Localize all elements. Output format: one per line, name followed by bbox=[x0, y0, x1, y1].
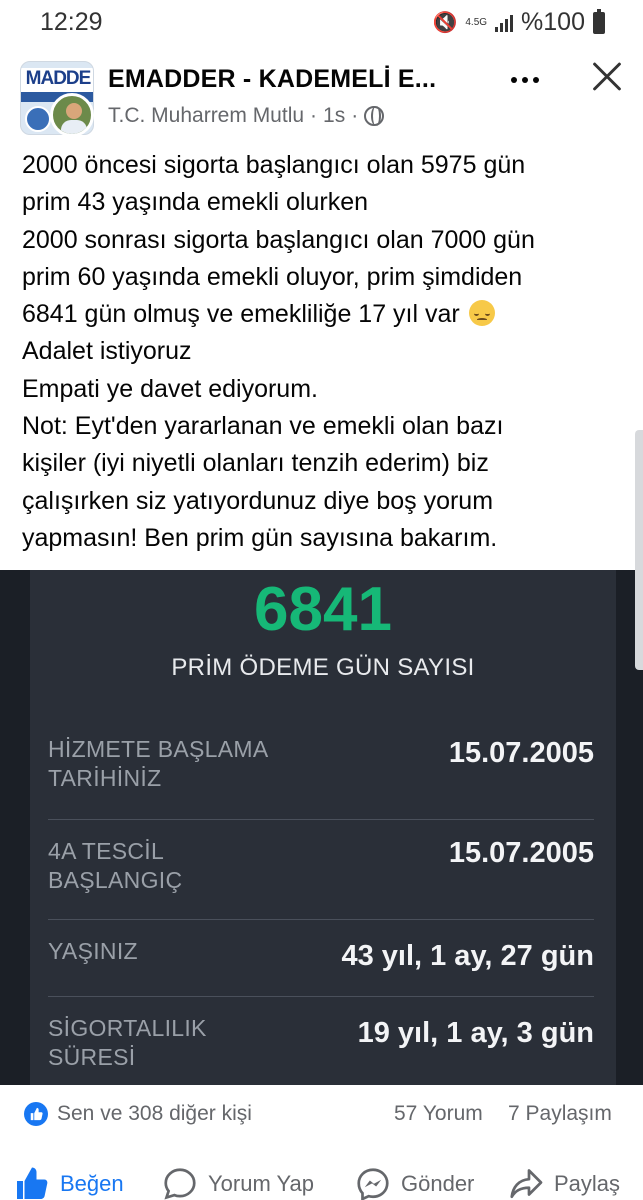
author-name-link[interactable]: T.C. Muharrem Mutlu bbox=[108, 104, 304, 128]
info-label-line: YAŞINIZ bbox=[48, 938, 138, 964]
comment-icon bbox=[164, 1168, 196, 1200]
mute-icon: 🔇 bbox=[432, 12, 458, 34]
post-text-line: Adalet istiyoruz bbox=[22, 337, 192, 366]
signal-icon bbox=[495, 14, 514, 32]
info-label: 4A TESCİL BAŞLANGIÇ bbox=[48, 837, 182, 895]
group-logo-text: MADDE bbox=[25, 68, 92, 89]
status-icons: 🔇 4.5G %100 bbox=[432, 8, 605, 37]
post-text-line: çalışırken siz yatıyordunuz diye boş yor… bbox=[22, 486, 494, 515]
like-label: Beğen bbox=[60, 1171, 124, 1196]
share-label: Paylaş bbox=[554, 1171, 621, 1196]
comments-count[interactable]: 57 Yorum bbox=[394, 1102, 483, 1126]
info-label-line: BAŞLANGIÇ bbox=[48, 867, 183, 893]
network-type-label: 4.5G bbox=[465, 16, 488, 28]
share-icon bbox=[510, 1169, 543, 1199]
info-label-line: 4A TESCİL bbox=[48, 838, 165, 864]
send-label: Gönder bbox=[401, 1171, 475, 1196]
dot-icon bbox=[533, 77, 539, 83]
meta-separator: · bbox=[351, 104, 359, 127]
emblem-icon bbox=[25, 106, 51, 132]
image-panel: 6841 PRİM ÖDEME GÜN SAYISI HİZMETE BAŞLA… bbox=[30, 570, 616, 1085]
globe-icon bbox=[364, 106, 385, 126]
author-avatar[interactable] bbox=[50, 93, 94, 137]
post-text-line: Not: Eyt'den yararlanan ve emekli olan b… bbox=[22, 412, 504, 441]
dot-icon bbox=[511, 77, 517, 83]
info-label: YAŞINIZ bbox=[48, 937, 138, 966]
messenger-icon bbox=[357, 1168, 389, 1200]
info-value: 43 yıl, 1 ay, 27 gün bbox=[341, 940, 594, 972]
thumbs-up-icon bbox=[17, 1167, 48, 1199]
shares-count[interactable]: 7 Paylaşım bbox=[508, 1102, 612, 1126]
post-text-line: 2000 sonrası sigorta başlangıcı olan 700… bbox=[22, 225, 535, 254]
info-label: SİGORTALILIK SÜRESİ bbox=[48, 1014, 207, 1072]
battery-percentage: %100 bbox=[521, 8, 585, 36]
comment-button[interactable]: Yorum Yap bbox=[162, 1164, 314, 1200]
post-meta: T.C. Muharrem Mutlu · 1s · bbox=[108, 104, 385, 128]
group-name-link[interactable]: EMADDER - KADEMELİ E... bbox=[108, 65, 436, 94]
more-options-button[interactable] bbox=[500, 65, 550, 95]
post-text-line-with-emoji: 6841 gün olmuş ve emekliliğe 17 yıl var bbox=[22, 296, 622, 333]
info-row-insurance-duration: SİGORTALILIK SÜRESİ 19 yıl, 1 ay, 3 gün bbox=[48, 997, 594, 1085]
battery-icon bbox=[593, 8, 605, 34]
meta-separator: · bbox=[310, 104, 318, 127]
share-button[interactable]: Paylaş bbox=[508, 1164, 620, 1200]
info-label: HİZMETE BAŞLAMA TARİHİNİZ bbox=[48, 735, 268, 793]
info-label-line: TARİHİNİZ bbox=[48, 765, 162, 791]
close-icon[interactable] bbox=[585, 55, 629, 99]
post-text-line: Empati ye davet ediyorum. bbox=[22, 374, 318, 403]
like-reaction-icon bbox=[24, 1102, 48, 1126]
post-text-line: kişiler (iyi niyetli olanları tenzih ede… bbox=[22, 449, 489, 478]
action-bar: Beğen Yorum Yap Gönder Paylaş bbox=[0, 1150, 643, 1200]
scroll-handle[interactable] bbox=[635, 430, 643, 670]
info-label-line: SİGORTALILIK bbox=[48, 1015, 207, 1041]
premium-days-caption: PRİM ÖDEME GÜN SAYISI bbox=[171, 654, 475, 681]
comment-label: Yorum Yap bbox=[208, 1171, 315, 1196]
info-row-4a-registration: 4A TESCİL BAŞLANGIÇ 15.07.2005 bbox=[48, 820, 594, 920]
post-image[interactable]: 6841 PRİM ÖDEME GÜN SAYISI HİZMETE BAŞLA… bbox=[0, 570, 643, 1085]
send-button[interactable]: Gönder bbox=[355, 1164, 474, 1200]
post-text-line: yapmasın! Ben prim gün sayısına bakarım. bbox=[22, 523, 498, 552]
info-value: 19 yıl, 1 ay, 3 gün bbox=[357, 1017, 594, 1049]
pensive-face-icon bbox=[468, 300, 495, 327]
post-text-line: prim 60 yaşında emekli oluyor, prim şimd… bbox=[22, 262, 523, 291]
info-label-line: SÜRESİ bbox=[48, 1044, 136, 1070]
info-label-line: HİZMETE BAŞLAMA bbox=[48, 736, 269, 762]
dot-icon bbox=[522, 77, 528, 83]
info-row-age: YAŞINIZ 43 yıl, 1 ay, 27 gün bbox=[48, 920, 594, 997]
post-text: 2000 öncesi sigorta başlangıcı olan 5975… bbox=[22, 147, 622, 557]
avatar-head bbox=[66, 103, 82, 119]
reactions-bar: Sen ve 308 diğer kişi 57 Yorum 7 Paylaşı… bbox=[0, 1090, 643, 1140]
post-text-line: 6841 gün olmuş ve emekliliğe 17 yıl var bbox=[22, 300, 460, 329]
info-value: 15.07.2005 bbox=[448, 737, 594, 769]
info-row-start-date: HİZMETE BAŞLAMA TARİHİNİZ 15.07.2005 bbox=[48, 720, 594, 820]
status-bar: 12:29 🔇 4.5G %100 bbox=[0, 0, 643, 48]
reactions-summary[interactable]: Sen ve 308 diğer kişi bbox=[57, 1102, 252, 1126]
like-button[interactable]: Beğen bbox=[14, 1164, 124, 1200]
post-text-line: 2000 öncesi sigorta başlangıcı olan 5975… bbox=[22, 151, 526, 179]
premium-days-number: 6841 bbox=[254, 575, 392, 644]
post-text-line: prim 43 yaşında emekli olurken bbox=[22, 188, 368, 217]
info-value: 15.07.2005 bbox=[448, 837, 594, 869]
post-header: MADDE EMADDER - KADEMELİ E... T.C. Muhar… bbox=[0, 55, 643, 140]
status-time: 12:29 bbox=[40, 8, 103, 36]
post-time[interactable]: 1s bbox=[323, 104, 345, 128]
